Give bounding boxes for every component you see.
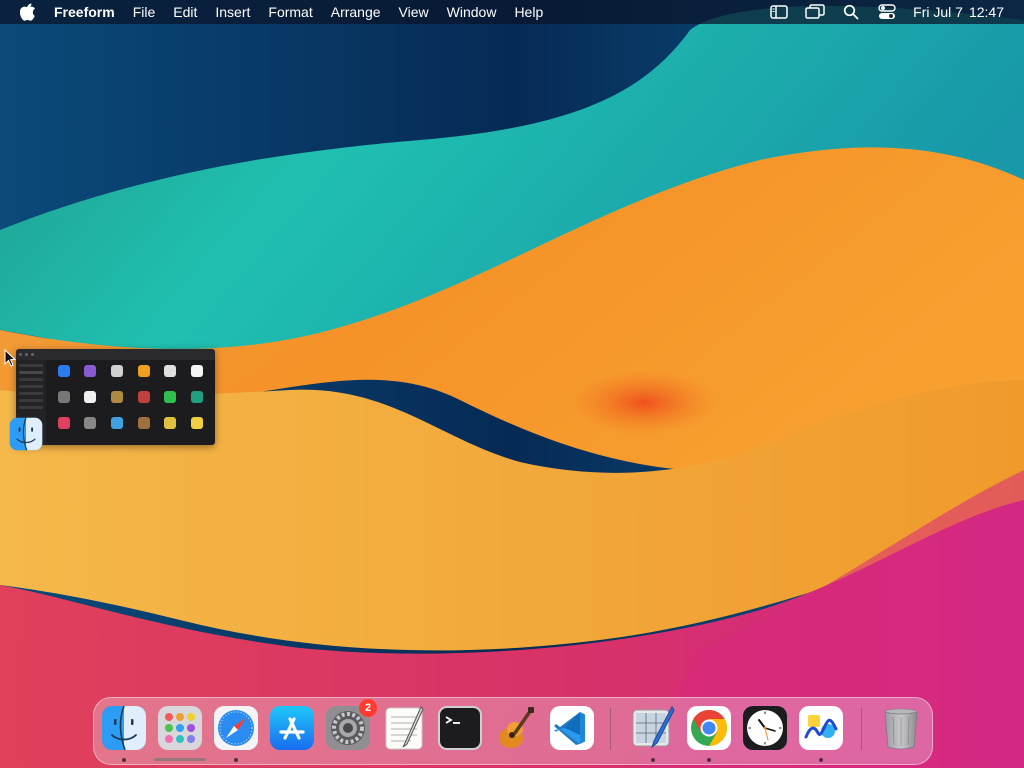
minimize-dot-icon bbox=[25, 353, 28, 356]
menu-view[interactable]: View bbox=[390, 0, 438, 24]
app-thumb-icon bbox=[191, 417, 203, 429]
menu-bar-clock[interactable]: Fri Jul 7 12:47 bbox=[913, 4, 1010, 20]
clock-icon bbox=[743, 706, 787, 750]
menu-insert[interactable]: Insert bbox=[206, 0, 259, 24]
dock-separator bbox=[610, 708, 611, 750]
chrome-icon bbox=[687, 706, 731, 750]
apple-menu-icon[interactable] bbox=[18, 2, 38, 22]
menu-bar: Freeform File Edit Insert Format Arrange… bbox=[0, 0, 1024, 24]
finder-window-thumbnail[interactable] bbox=[16, 349, 215, 445]
running-indicator bbox=[122, 758, 126, 762]
screen-mirroring-icon[interactable] bbox=[805, 3, 825, 21]
menu-file[interactable]: File bbox=[124, 0, 165, 24]
sidebar-row bbox=[19, 371, 43, 374]
running-indicator bbox=[651, 758, 655, 762]
dock-item-app-store[interactable] bbox=[269, 705, 315, 751]
dock-item-vscode[interactable] bbox=[549, 705, 595, 751]
menu-bar-status-area: Fri Jul 7 12:47 bbox=[761, 0, 1024, 24]
trash-icon bbox=[884, 708, 918, 750]
sidebar-row bbox=[19, 378, 43, 381]
dock: 2 bbox=[93, 697, 933, 765]
sidebar-icon[interactable] bbox=[769, 3, 789, 21]
app-thumb-icon bbox=[164, 365, 176, 377]
dock-item-clock[interactable] bbox=[742, 705, 788, 751]
sidebar-row bbox=[19, 399, 43, 402]
mouse-cursor-icon bbox=[4, 348, 17, 367]
dock-item-freeform[interactable] bbox=[798, 705, 844, 751]
vscode-icon bbox=[550, 706, 594, 750]
finder-drag-icon[interactable] bbox=[9, 417, 43, 451]
app-store-icon bbox=[270, 706, 314, 750]
application-icon-grid bbox=[58, 365, 211, 445]
dock-item-finder[interactable] bbox=[101, 705, 147, 751]
menu-help[interactable]: Help bbox=[505, 0, 552, 24]
app-thumb-icon bbox=[111, 417, 123, 429]
app-thumb-icon bbox=[164, 391, 176, 403]
app-thumb-icon bbox=[111, 391, 123, 403]
clock-time: 12:47 bbox=[968, 4, 1004, 20]
dock-item-terminal[interactable] bbox=[437, 705, 483, 751]
sidebar-row bbox=[19, 364, 43, 367]
finder-icon bbox=[102, 705, 146, 751]
menu-format[interactable]: Format bbox=[259, 0, 321, 24]
running-indicator bbox=[234, 758, 238, 762]
dock-scroll-indicator bbox=[154, 758, 206, 761]
dock-separator bbox=[861, 708, 862, 750]
app-thumb-icon bbox=[84, 365, 96, 377]
menu-app-name[interactable]: Freeform bbox=[52, 0, 124, 24]
app-thumb-icon bbox=[138, 391, 150, 403]
app-thumb-icon bbox=[191, 365, 203, 377]
running-indicator bbox=[707, 758, 711, 762]
window-titlebar bbox=[16, 349, 215, 360]
close-dot-icon bbox=[19, 353, 22, 356]
zoom-dot-icon bbox=[31, 353, 34, 356]
app-thumb-icon bbox=[58, 365, 70, 377]
dock-item-system-settings[interactable]: 2 bbox=[325, 699, 377, 751]
app-thumb-icon bbox=[111, 365, 123, 377]
control-center-icon[interactable] bbox=[877, 3, 897, 21]
dock-item-textedit[interactable] bbox=[381, 705, 427, 751]
app-thumb-icon bbox=[58, 391, 70, 403]
app-thumb-icon bbox=[58, 417, 70, 429]
terminal-icon bbox=[438, 706, 482, 750]
launchpad-icon bbox=[158, 706, 202, 750]
app-thumb-icon bbox=[84, 391, 96, 403]
sidebar-row bbox=[19, 406, 43, 409]
dock-item-preview[interactable] bbox=[630, 705, 676, 751]
dock-item-launchpad[interactable] bbox=[157, 705, 203, 751]
app-thumb-icon bbox=[138, 365, 150, 377]
app-thumb-icon bbox=[191, 391, 203, 403]
sidebar-row bbox=[19, 392, 43, 395]
dock-item-safari[interactable] bbox=[213, 705, 259, 751]
freeform-icon bbox=[799, 706, 843, 750]
app-thumb-icon bbox=[84, 417, 96, 429]
safari-icon bbox=[214, 706, 258, 750]
app-thumb-icon bbox=[138, 417, 150, 429]
dock-item-chrome[interactable] bbox=[686, 705, 732, 751]
app-thumb-icon bbox=[164, 417, 176, 429]
dock-item-trash[interactable] bbox=[878, 705, 924, 751]
menu-arrange[interactable]: Arrange bbox=[322, 0, 390, 24]
textedit-icon bbox=[385, 706, 424, 750]
dock-item-garageband[interactable] bbox=[493, 705, 539, 751]
clock-date: Fri Jul 7 bbox=[913, 4, 963, 20]
running-indicator bbox=[819, 758, 823, 762]
notification-badge: 2 bbox=[359, 699, 377, 717]
garageband-icon bbox=[499, 707, 534, 748]
menu-edit[interactable]: Edit bbox=[164, 0, 206, 24]
menu-window[interactable]: Window bbox=[438, 0, 506, 24]
sidebar-row bbox=[19, 385, 43, 388]
preview-icon bbox=[632, 706, 675, 749]
spotlight-search-icon[interactable] bbox=[841, 3, 861, 21]
